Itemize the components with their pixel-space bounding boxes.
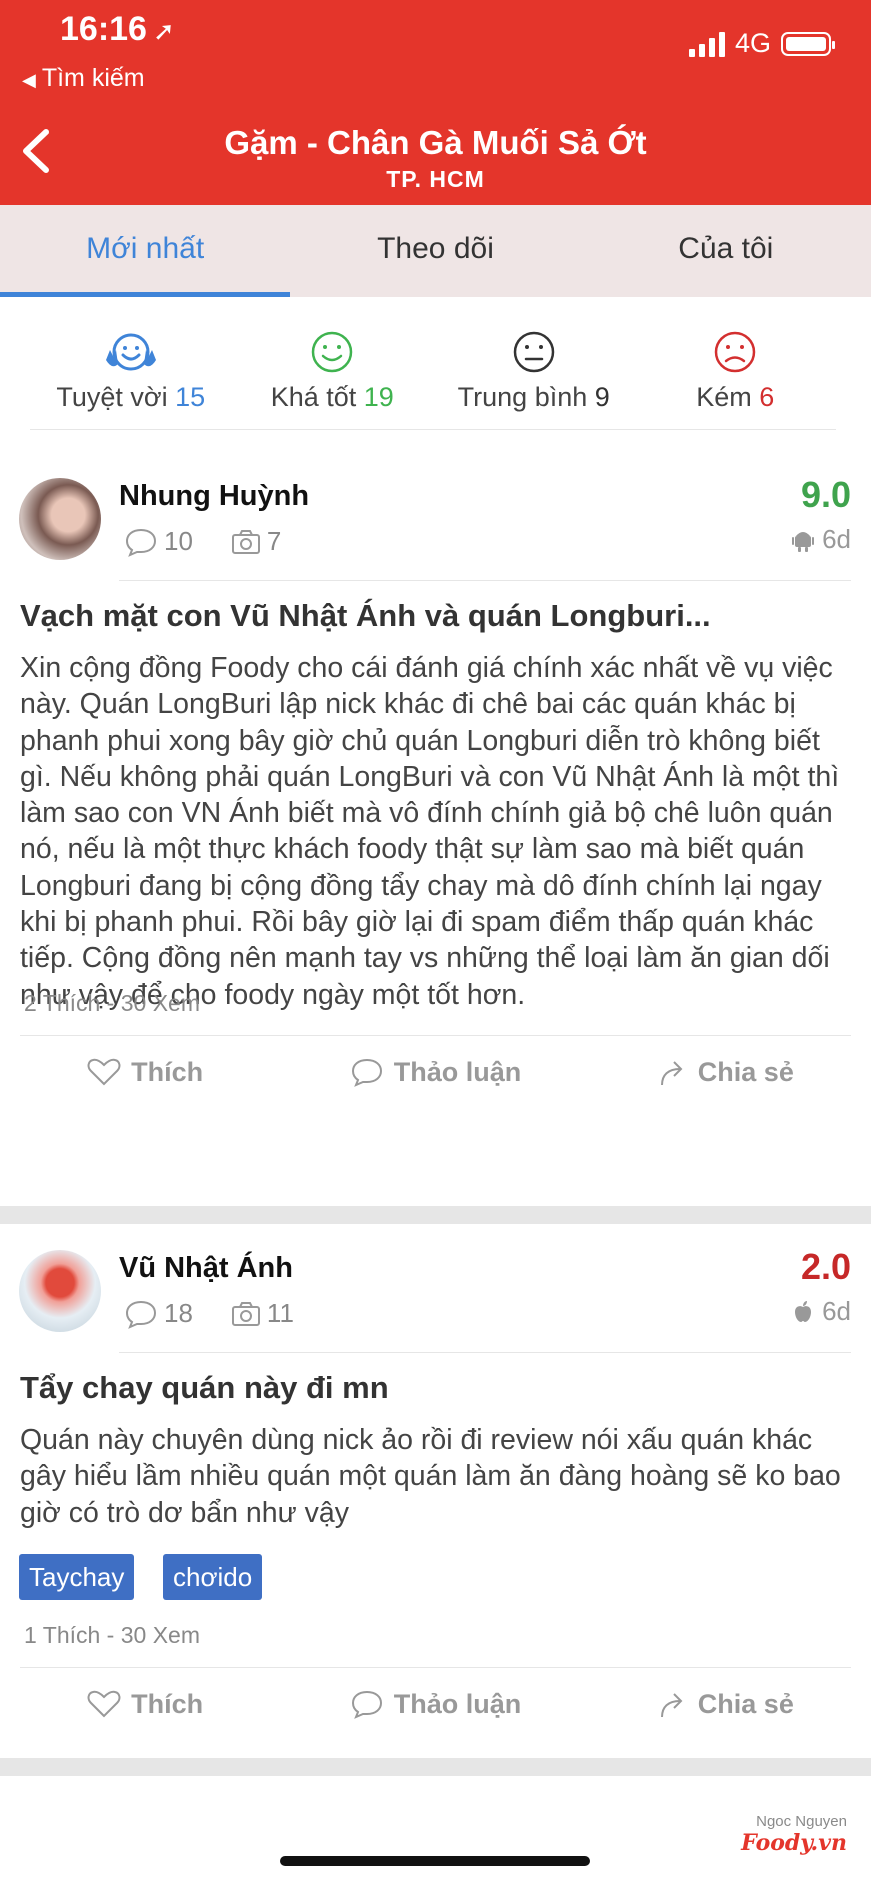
rating-label: Kém xyxy=(696,382,752,412)
reviewer-meta: 10 7 xyxy=(124,526,309,557)
rating-filter-excellent[interactable]: Tuyệt vời 15 xyxy=(30,330,232,429)
review-actions: Thích Thảo luận Chia sẻ xyxy=(0,1674,871,1734)
battery-icon xyxy=(781,31,835,56)
apple-icon xyxy=(795,1300,812,1322)
comment-icon xyxy=(125,528,157,557)
reviewer-meta: 18 11 xyxy=(124,1298,322,1329)
tab-newest[interactable]: Mới nhất xyxy=(0,205,291,297)
like-button[interactable]: Thích xyxy=(0,1042,290,1102)
share-arrow-icon xyxy=(660,1693,683,1718)
card-separator xyxy=(0,1758,871,1776)
tab-following[interactable]: Theo dõi xyxy=(290,205,580,297)
divider xyxy=(119,1352,851,1353)
back-to-search-link[interactable]: ◀ Tìm kiếm xyxy=(22,64,145,93)
review-title[interactable]: Tẩy chay quán này đi mn xyxy=(20,1370,851,1406)
status-indicators: 4G xyxy=(688,28,835,59)
watermark: Ngoc Nguyen Foody.vn xyxy=(741,1813,847,1856)
review-time: 6d xyxy=(792,524,851,555)
divider xyxy=(20,1035,851,1036)
discuss-button[interactable]: Thảo luận xyxy=(290,1674,580,1734)
reviewer-name[interactable]: Nhung Huỳnh xyxy=(119,480,309,513)
review-score: 9.0 xyxy=(800,474,851,515)
rating-filter-poor[interactable]: Kém 6 xyxy=(635,330,837,429)
heart-icon xyxy=(87,1690,121,1718)
home-indicator[interactable] xyxy=(280,1856,590,1866)
page-title: Gặm - Chân Gà Muối Sả Ớt xyxy=(224,124,647,161)
avatar[interactable] xyxy=(19,1250,101,1332)
location-arrow-icon: ➚ xyxy=(152,16,175,46)
share-button[interactable]: Chia sẻ xyxy=(581,1674,871,1734)
status-time: 16:16 ➚ xyxy=(60,10,175,48)
divider xyxy=(20,1667,851,1668)
back-triangle-icon: ◀ xyxy=(22,70,36,90)
review-body[interactable]: Quán này chuyên dùng nick ảo rồi đi revi… xyxy=(20,1422,851,1531)
share-arrow-icon xyxy=(660,1061,683,1086)
network-type: 4G xyxy=(734,28,771,58)
review-body[interactable]: Xin cộng đồng Foody cho cái đánh giá chí… xyxy=(20,650,851,1013)
avatar[interactable] xyxy=(19,478,101,560)
share-button[interactable]: Chia sẻ xyxy=(581,1042,871,1102)
heart-icon xyxy=(87,1058,121,1086)
reviewer-name[interactable]: Vũ Nhật Ánh xyxy=(119,1252,293,1285)
comment-icon xyxy=(351,1690,382,1719)
comment-icon xyxy=(351,1058,382,1087)
rating-filter-good[interactable]: Khá tốt 19 xyxy=(232,330,434,429)
card-separator xyxy=(0,1206,871,1224)
camera-icon xyxy=(231,1301,260,1326)
review-actions: Thích Thảo luận Chia sẻ xyxy=(0,1042,871,1102)
app-header: 16:16 ➚ 4G ◀ Tìm kiếm Gặm - Chân Gà Muối S… xyxy=(0,0,871,205)
review-time: 6d xyxy=(792,1296,851,1327)
rating-count: 6 xyxy=(759,382,775,412)
sad-face-icon xyxy=(715,331,756,373)
like-button[interactable]: Thích xyxy=(0,1674,290,1734)
signal-icon xyxy=(688,31,725,57)
divider xyxy=(119,580,851,581)
camera-icon xyxy=(231,529,260,554)
neutral-face-icon xyxy=(513,331,554,373)
rating-label: Trung bình xyxy=(457,382,588,412)
foody-logo: Foody.vn xyxy=(741,1830,847,1856)
android-icon xyxy=(792,531,815,552)
smile-face-icon xyxy=(312,331,353,373)
review-stats: 2 Thích - 30 Xem xyxy=(24,990,200,1016)
review-title[interactable]: Vạch mặt con Vũ Nhật Ánh và quán Longbur… xyxy=(20,598,851,634)
rating-count: 19 xyxy=(363,382,394,412)
rating-count: 15 xyxy=(175,382,206,412)
comment-icon xyxy=(125,1300,157,1329)
review-stats: 1 Thích - 30 Xem xyxy=(24,1622,200,1648)
rating-count: 9 xyxy=(594,382,610,412)
review-score: 2.0 xyxy=(800,1246,851,1287)
rating-filter-bar: Tuyệt vời 15 Khá tốt 19 Trung bình 9 Kém… xyxy=(30,330,836,430)
hashtag[interactable]: chơido xyxy=(163,1554,263,1600)
rating-label: Tuyệt vời xyxy=(56,382,168,412)
discuss-button[interactable]: Thảo luận xyxy=(290,1042,580,1102)
page-subtitle: TP. HCM xyxy=(386,166,485,192)
hashtag[interactable]: Taychay xyxy=(19,1554,135,1600)
very-happy-face-icon xyxy=(105,333,156,371)
rating-filter-average[interactable]: Trung bình 9 xyxy=(433,330,635,429)
tab-mine[interactable]: Của tôi xyxy=(581,205,871,297)
rating-label: Khá tốt xyxy=(270,382,357,412)
tab-bar: Mới nhất Theo dõi Của tôi xyxy=(0,205,871,297)
